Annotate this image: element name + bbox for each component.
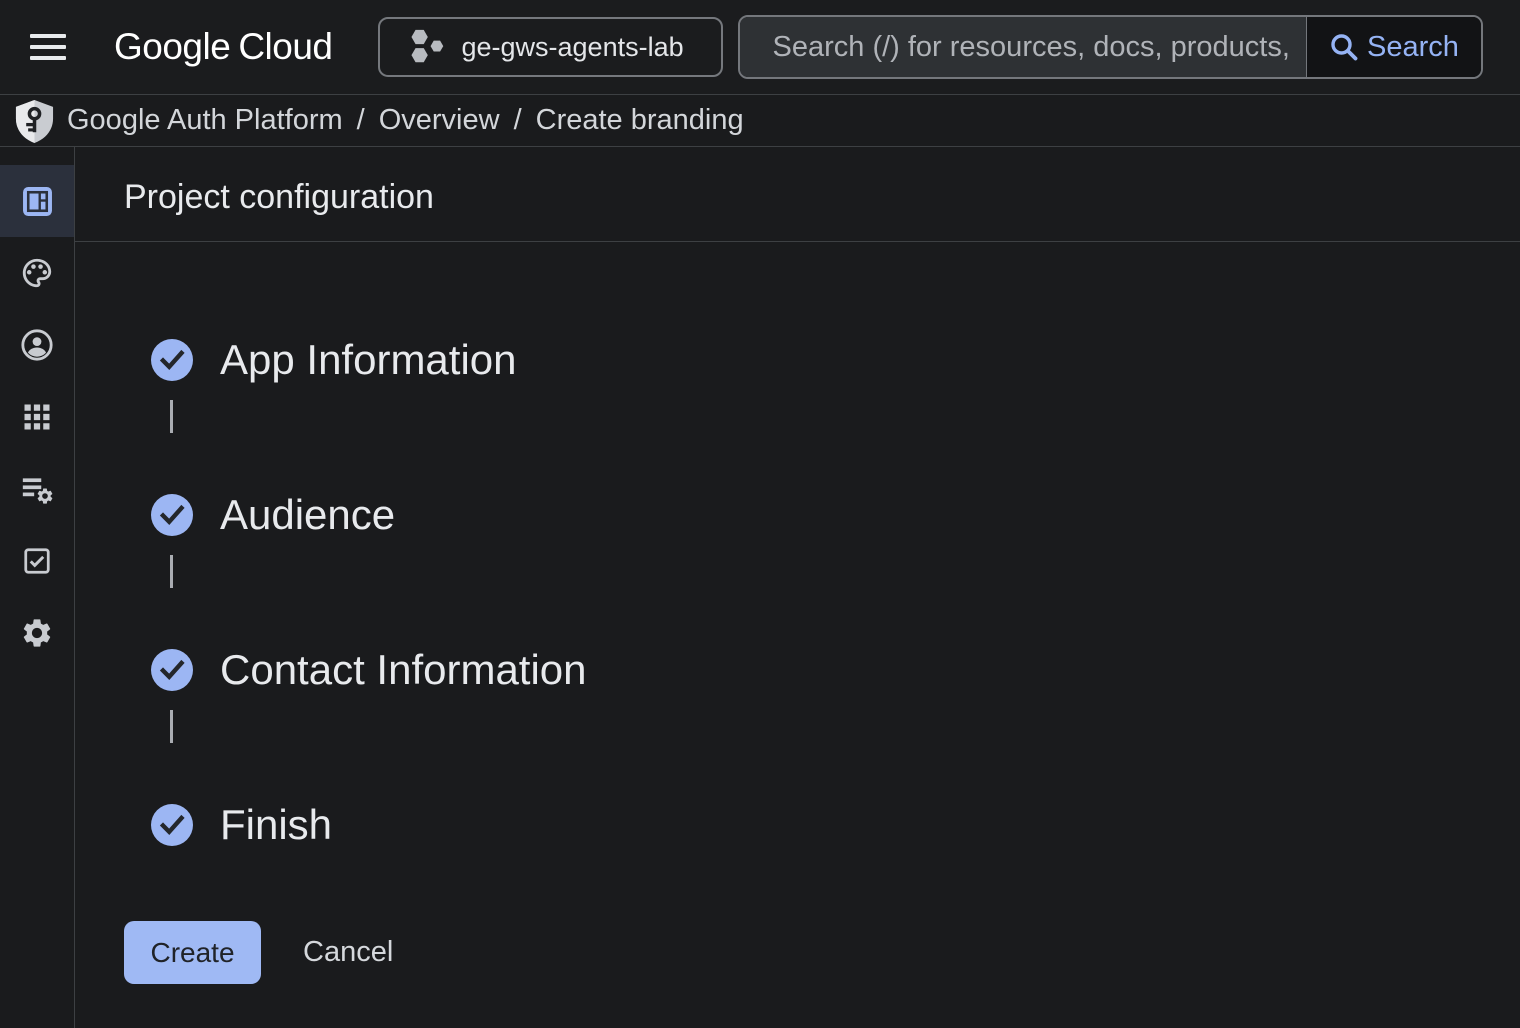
breadcrumb-separator: / [357, 104, 365, 137]
breadcrumb-item-auth-platform[interactable]: Google Auth Platform [67, 104, 343, 137]
top-bar: GoogleCloud ge-gws-agents-lab Search [0, 0, 1520, 95]
project-selector-button[interactable]: ge-gws-agents-lab [378, 17, 723, 77]
hamburger-menu-icon[interactable] [30, 27, 66, 67]
step-connector [151, 400, 1520, 494]
step-completed-check-icon [151, 649, 193, 691]
step-label: Contact Information [220, 646, 587, 694]
logo-google-text: Google [114, 26, 230, 67]
page-title: Project configuration [124, 178, 434, 217]
cancel-button[interactable]: Cancel [303, 936, 393, 969]
main-content: Project configuration App Information Au… [75, 147, 1520, 1028]
sidebar-item-verification[interactable] [0, 525, 74, 597]
search-button[interactable]: Search [1306, 17, 1481, 77]
step-audience[interactable]: Audience [151, 494, 1520, 536]
data-access-icon [20, 472, 54, 506]
create-button[interactable]: Create [124, 921, 261, 984]
sidebar-item-clients[interactable] [0, 381, 74, 453]
gear-icon [20, 616, 54, 650]
step-completed-check-icon [151, 804, 193, 846]
breadcrumb-separator: / [514, 104, 522, 137]
breadcrumb: Google Auth Platform / Overview / Create… [0, 95, 1520, 147]
step-connector [151, 555, 1520, 649]
search-box: Search [738, 15, 1483, 79]
page-header: Project configuration [75, 147, 1520, 242]
sidebar-item-branding[interactable] [0, 237, 74, 309]
palette-icon [20, 256, 54, 290]
configuration-stepper: App Information Audience Contact Informa… [75, 242, 1520, 846]
project-name: ge-gws-agents-lab [462, 32, 684, 63]
dashboard-icon [22, 186, 53, 217]
logo-cloud-text: Cloud [238, 26, 332, 67]
step-connector [151, 710, 1520, 804]
sidebar-item-settings[interactable] [0, 597, 74, 669]
auth-platform-shield-key-icon [14, 99, 55, 144]
checkbox-icon [22, 546, 52, 576]
sidebar-item-overview[interactable] [0, 165, 74, 237]
step-label: Audience [220, 491, 395, 539]
step-label: App Information [220, 336, 517, 384]
google-cloud-logo: GoogleCloud [114, 26, 333, 68]
step-completed-check-icon [151, 494, 193, 536]
project-hexagons-icon [406, 25, 446, 69]
person-icon [20, 328, 54, 362]
breadcrumb-item-overview[interactable]: Overview [379, 104, 500, 137]
form-actions: Create Cancel [124, 921, 1520, 984]
step-completed-check-icon [151, 339, 193, 381]
search-icon [1328, 31, 1360, 63]
search-button-label: Search [1367, 31, 1459, 64]
step-app-information[interactable]: App Information [151, 339, 1520, 381]
step-finish[interactable]: Finish [151, 804, 1520, 846]
step-label: Finish [220, 801, 332, 849]
apps-grid-icon [22, 402, 52, 432]
left-nav-sidebar [0, 147, 75, 1028]
search-input[interactable] [740, 17, 1306, 77]
sidebar-item-data-access[interactable] [0, 453, 74, 525]
sidebar-item-audience[interactable] [0, 309, 74, 381]
breadcrumb-item-create-branding: Create branding [536, 104, 744, 137]
step-contact-information[interactable]: Contact Information [151, 649, 1520, 691]
